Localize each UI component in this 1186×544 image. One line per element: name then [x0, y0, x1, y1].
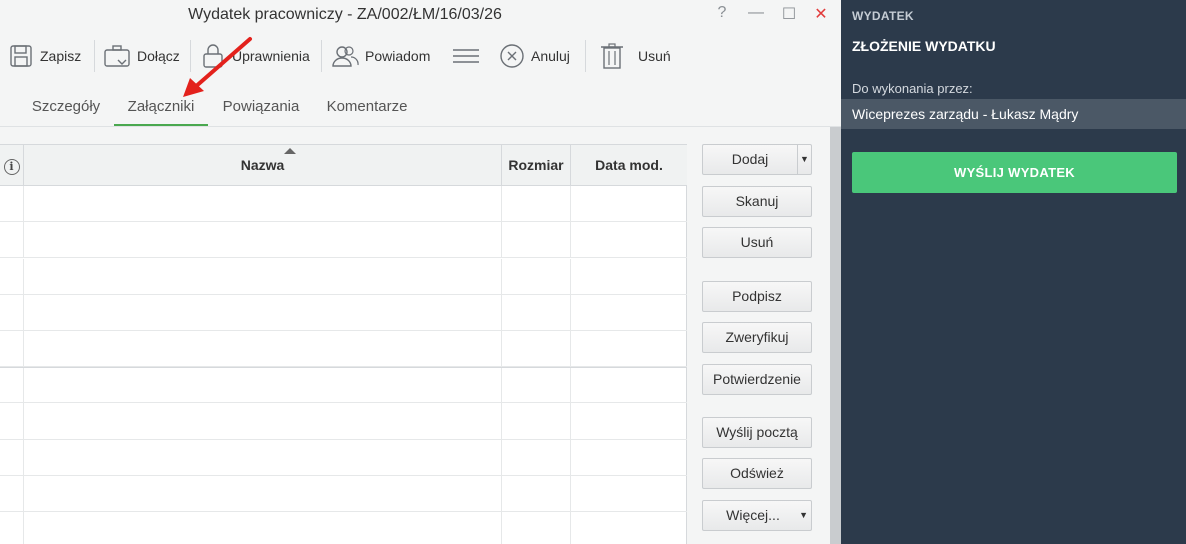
- window-title: Wydatek pracowniczy - ZA/002/ŁM/16/03/26: [188, 6, 502, 23]
- save-label: Zapisz: [40, 48, 82, 64]
- help-icon[interactable]: ?: [712, 4, 732, 22]
- column-header-date[interactable]: Data mod.: [571, 145, 687, 186]
- table-row[interactable]: [0, 512, 687, 544]
- sort-ascending-icon: [284, 148, 296, 154]
- table-row[interactable]: [0, 404, 687, 440]
- minimize-icon[interactable]: —: [746, 4, 766, 22]
- more-label: Więcej...: [726, 507, 780, 523]
- red-arrow-annotation: [183, 37, 252, 97]
- toolbar-divider: [321, 40, 322, 72]
- notify-button[interactable]: Powiadom: [331, 38, 430, 74]
- verify-button[interactable]: Zweryfikuj: [702, 322, 812, 353]
- table-row[interactable]: [0, 186, 687, 222]
- toolbar: Zapisz Dołącz Uprawnienia Powiadom Anulu…: [0, 38, 690, 74]
- table-row[interactable]: [0, 295, 687, 331]
- attachments-grid: i Nazwa Rozmiar Data mod.: [0, 144, 687, 544]
- document-window: Wydatek pracowniczy - ZA/002/ŁM/16/03/26…: [0, 0, 841, 544]
- close-icon[interactable]: ✕: [811, 4, 831, 24]
- document-type-label: WYDATEK: [852, 9, 914, 23]
- toolbar-divider: [585, 40, 586, 72]
- scan-button[interactable]: Skanuj: [702, 186, 812, 217]
- column-header-size[interactable]: Rozmiar: [502, 145, 571, 186]
- attach-label: Dołącz: [137, 48, 180, 64]
- trash-icon: [601, 43, 623, 69]
- table-row[interactable]: [0, 331, 687, 367]
- tab-details[interactable]: Szczegóły: [22, 92, 110, 126]
- attach-button[interactable]: Dołącz: [103, 38, 180, 74]
- cancel-label: Anuluj: [531, 48, 570, 64]
- delete-button[interactable]: Usuń: [598, 38, 671, 74]
- column-header-name-label: Nazwa: [240, 157, 285, 173]
- table-row[interactable]: [0, 440, 687, 476]
- more-button[interactable]: Więcej... ▼: [702, 500, 812, 531]
- users-icon: [332, 46, 359, 67]
- briefcase-icon: [104, 45, 130, 67]
- save-button[interactable]: Zapisz: [8, 38, 81, 74]
- table-row[interactable]: [0, 367, 687, 404]
- confirmation-button[interactable]: Potwierdzenie: [702, 364, 812, 395]
- menu-button[interactable]: [452, 38, 486, 74]
- notify-label: Powiadom: [365, 48, 431, 64]
- table-row[interactable]: [0, 259, 687, 295]
- hamburger-menu-icon: [453, 49, 479, 63]
- toolbar-divider: [94, 40, 95, 72]
- sign-button[interactable]: Podpisz: [702, 281, 812, 312]
- grid-header: i Nazwa Rozmiar Data mod.: [0, 145, 687, 186]
- floppy-disk-icon: [10, 45, 32, 67]
- table-row[interactable]: [0, 476, 687, 512]
- add-button[interactable]: Dodaj ▼: [702, 144, 812, 175]
- cancel-button[interactable]: Anuluj: [499, 38, 570, 74]
- tab-bar: Szczegóły Załączniki Powiązania Komentar…: [0, 92, 841, 126]
- info-icon: i: [3, 159, 20, 175]
- maximize-icon[interactable]: ☐: [779, 4, 799, 24]
- tab-divider: [0, 126, 841, 127]
- chevron-down-icon: ▼: [799, 510, 808, 520]
- refresh-button[interactable]: Odśwież: [702, 458, 812, 489]
- remove-button[interactable]: Usuń: [702, 227, 812, 258]
- table-row[interactable]: [0, 222, 687, 258]
- tab-comments[interactable]: Komentarze: [318, 92, 416, 126]
- info-column-header[interactable]: i: [0, 145, 24, 186]
- assignee-field: Wiceprezes zarządu - Łukasz Mądry: [841, 99, 1186, 129]
- send-expense-button[interactable]: WYŚLIJ WYDATEK: [852, 152, 1177, 193]
- send-mail-button[interactable]: Wyślij pocztą: [702, 417, 812, 448]
- column-header-name[interactable]: Nazwa: [24, 145, 502, 186]
- delete-label: Usuń: [638, 48, 671, 64]
- add-label: Dodaj: [731, 151, 769, 167]
- cancel-circle-icon: [500, 44, 524, 68]
- vertical-scrollbar[interactable]: [830, 127, 841, 544]
- workflow-sidebar: WYDATEK ZŁOŻENIE WYDATKU Do wykonania pr…: [841, 0, 1186, 544]
- workflow-step-title: ZŁOŻENIE WYDATKU: [852, 38, 996, 54]
- assigned-to-label: Do wykonania przez:: [852, 81, 973, 96]
- chevron-down-icon[interactable]: ▼: [797, 145, 811, 174]
